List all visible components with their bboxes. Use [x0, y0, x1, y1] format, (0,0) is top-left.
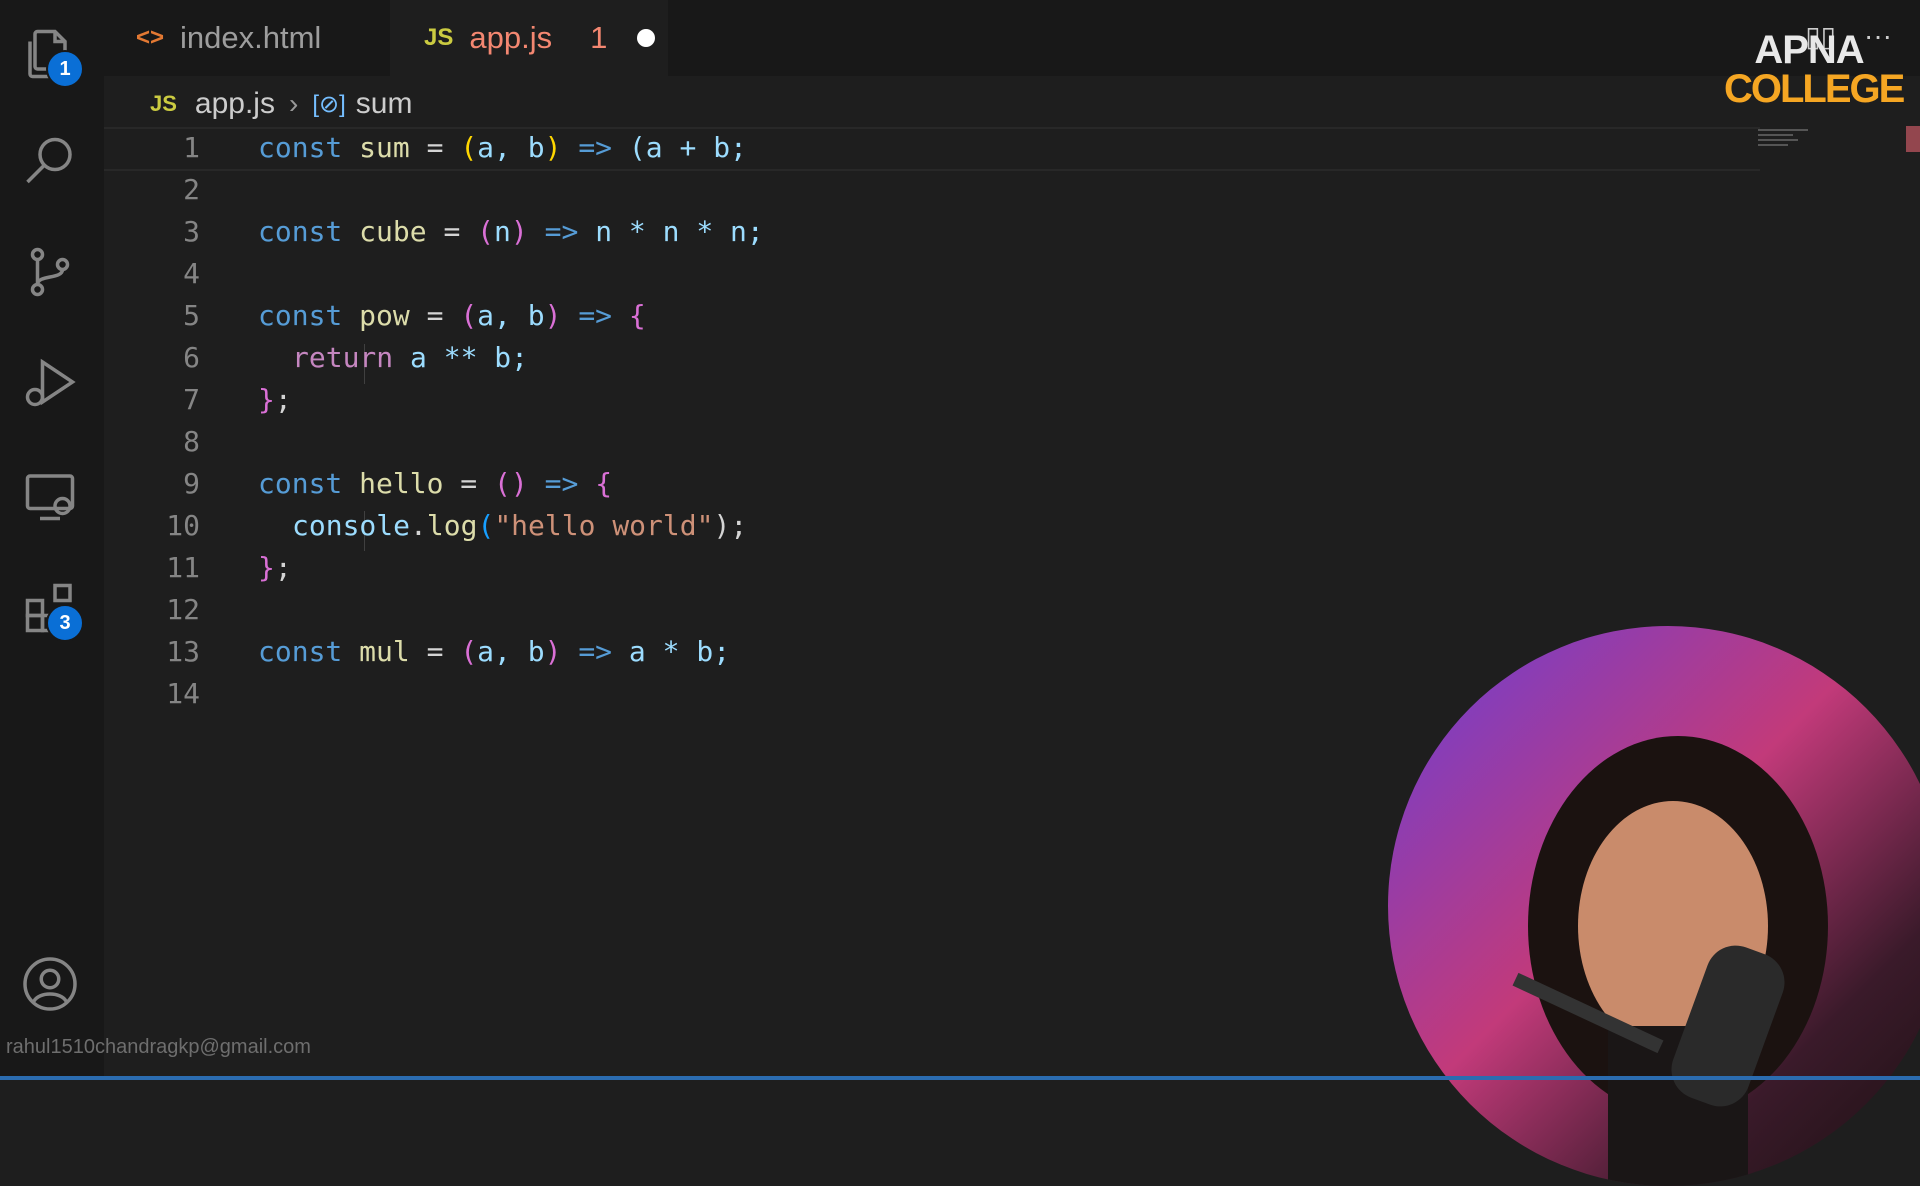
explorer-icon[interactable]: 1	[14, 18, 86, 90]
presenter-image	[1512, 736, 1828, 1186]
minimap[interactable]	[1758, 126, 1808, 166]
problem-count: 1	[590, 20, 608, 55]
explorer-badge: 1	[46, 50, 84, 88]
run-debug-icon[interactable]	[14, 346, 86, 418]
status-bar	[0, 1076, 1920, 1080]
breadcrumb: JS app.js › [⊘] sum	[150, 84, 412, 124]
variable-symbol-icon: [⊘]	[312, 90, 346, 118]
activity-bar: 1 3	[0, 0, 104, 1080]
brand-logo: APNA COLLEGE	[1724, 28, 1905, 111]
source-control-icon[interactable]	[14, 236, 86, 308]
html-file-icon: <>	[136, 24, 165, 51]
breadcrumb-symbol[interactable]: sum	[356, 87, 413, 121]
remote-explorer-icon[interactable]	[14, 460, 86, 532]
logo-line2: COLLEGE	[1724, 67, 1905, 111]
breadcrumb-file[interactable]: app.js	[195, 87, 275, 121]
scrollbar-error-marker[interactable]	[1906, 126, 1920, 152]
tab-app-js[interactable]: JS app.js 1	[390, 0, 668, 76]
tab-label: index.html	[180, 20, 322, 55]
account-icon[interactable]	[14, 948, 86, 1020]
unsaved-dot-icon[interactable]	[637, 29, 656, 47]
js-file-icon: JS	[150, 91, 177, 116]
tab-index-html[interactable]: <> index.html	[104, 0, 390, 76]
logo-line1: APNA	[1754, 28, 1864, 72]
extensions-icon[interactable]: 3	[14, 572, 86, 644]
chevron-right-icon: ›	[288, 88, 299, 119]
tab-label: app.js	[469, 20, 553, 55]
search-icon[interactable]	[14, 126, 86, 198]
webcam-overlay	[1388, 626, 1920, 1186]
extensions-badge: 3	[46, 604, 84, 642]
footer-email: rahul1510chandragkp@gmail.com	[6, 1036, 311, 1058]
js-file-icon: JS	[424, 24, 454, 51]
